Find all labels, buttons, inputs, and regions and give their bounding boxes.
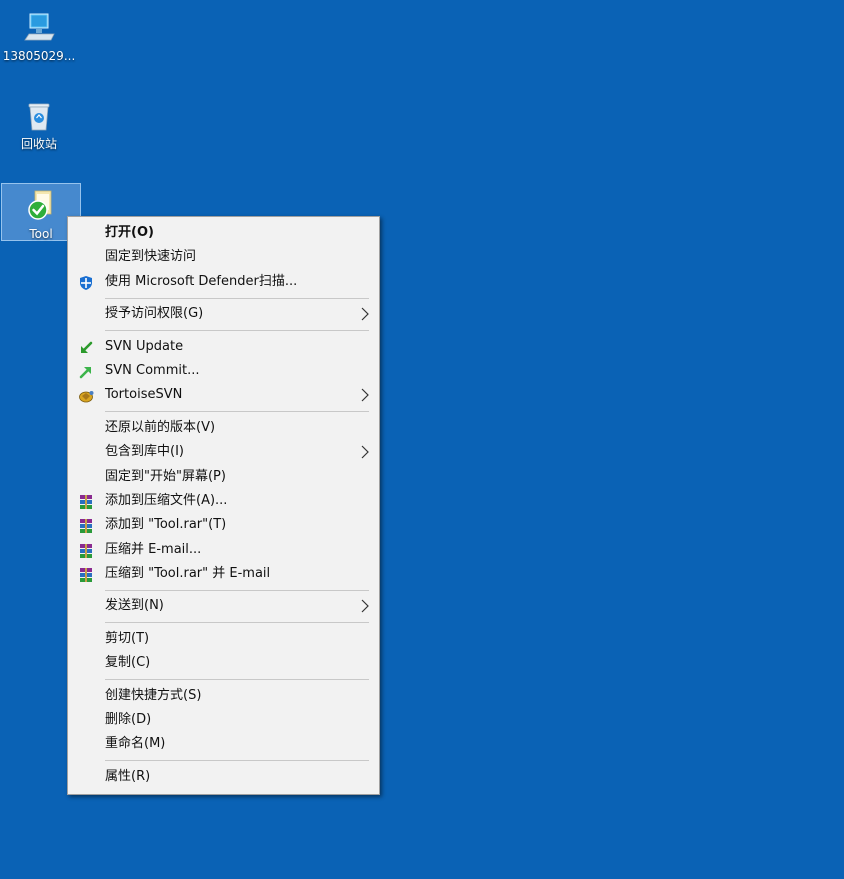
menu-item-defender-scan[interactable]: 使用 Microsoft Defender扫描... xyxy=(68,270,379,294)
winrar-icon xyxy=(78,518,94,534)
menu-item-include-in-library[interactable]: 包含到库中(I) xyxy=(68,440,379,464)
desktop-icon-label: 13805029... xyxy=(2,49,76,63)
winrar-icon xyxy=(78,494,94,510)
tortoisesvn-icon xyxy=(78,388,94,404)
menu-item-rename[interactable]: 重命名(M) xyxy=(68,732,379,756)
menu-separator xyxy=(105,330,369,332)
menu-item-delete[interactable]: 删除(D) xyxy=(68,708,379,732)
menu-item-add-to-tool-rar[interactable]: 添加到 "Tool.rar"(T) xyxy=(68,513,379,537)
menu-item-open[interactable]: 打开(O) xyxy=(68,221,379,245)
menu-separator xyxy=(105,297,369,299)
svn-commit-icon xyxy=(78,364,94,380)
menu-item-copy[interactable]: 复制(C) xyxy=(68,651,379,675)
chevron-right-icon xyxy=(361,594,369,618)
menu-item-compress-and-email[interactable]: 压缩并 E-mail... xyxy=(68,538,379,562)
menu-item-pin-quick-access[interactable]: 固定到快速访问 xyxy=(68,245,379,269)
menu-item-properties[interactable]: 属性(R) xyxy=(68,765,379,789)
menu-item-svn-commit[interactable]: SVN Commit... xyxy=(68,359,379,383)
chevron-right-icon xyxy=(361,440,369,464)
chevron-right-icon xyxy=(361,302,369,326)
chevron-right-icon xyxy=(361,383,369,407)
menu-item-create-shortcut[interactable]: 创建快捷方式(S) xyxy=(68,684,379,708)
menu-item-restore-previous-versions[interactable]: 还原以前的版本(V) xyxy=(68,416,379,440)
menu-separator xyxy=(105,760,369,762)
folder-svn-icon xyxy=(23,188,59,224)
menu-separator xyxy=(105,622,369,624)
recycle-bin-icon xyxy=(21,98,57,134)
menu-item-send-to[interactable]: 发送到(N) xyxy=(68,594,379,618)
menu-item-pin-to-start[interactable]: 固定到"开始"屏幕(P) xyxy=(68,465,379,489)
menu-item-tortoisesvn[interactable]: TortoiseSVN xyxy=(68,383,379,407)
menu-separator xyxy=(105,679,369,681)
defender-shield-icon xyxy=(78,275,94,291)
menu-item-add-to-archive[interactable]: 添加到压缩文件(A)... xyxy=(68,489,379,513)
menu-item-grant-access[interactable]: 授予访问权限(G) xyxy=(68,302,379,326)
menu-item-svn-update[interactable]: SVN Update xyxy=(68,335,379,359)
menu-item-compress-to-tool-rar-and-email[interactable]: 压缩到 "Tool.rar" 并 E-mail xyxy=(68,562,379,586)
context-menu: 打开(O) 固定到快速访问 使用 Microsoft Defender扫描...… xyxy=(67,216,380,795)
computer-icon xyxy=(21,10,57,46)
menu-separator xyxy=(105,589,369,591)
desktop-icon-label: 回收站 xyxy=(20,137,57,151)
desktop-icon-recycle-bin[interactable]: 回收站 xyxy=(0,92,78,152)
winrar-icon xyxy=(78,543,94,559)
menu-separator xyxy=(105,411,369,413)
winrar-icon xyxy=(78,567,94,583)
menu-item-cut[interactable]: 剪切(T) xyxy=(68,627,379,651)
svn-update-icon xyxy=(78,340,94,356)
desktop-icon-computer[interactable]: 13805029... xyxy=(0,4,78,64)
